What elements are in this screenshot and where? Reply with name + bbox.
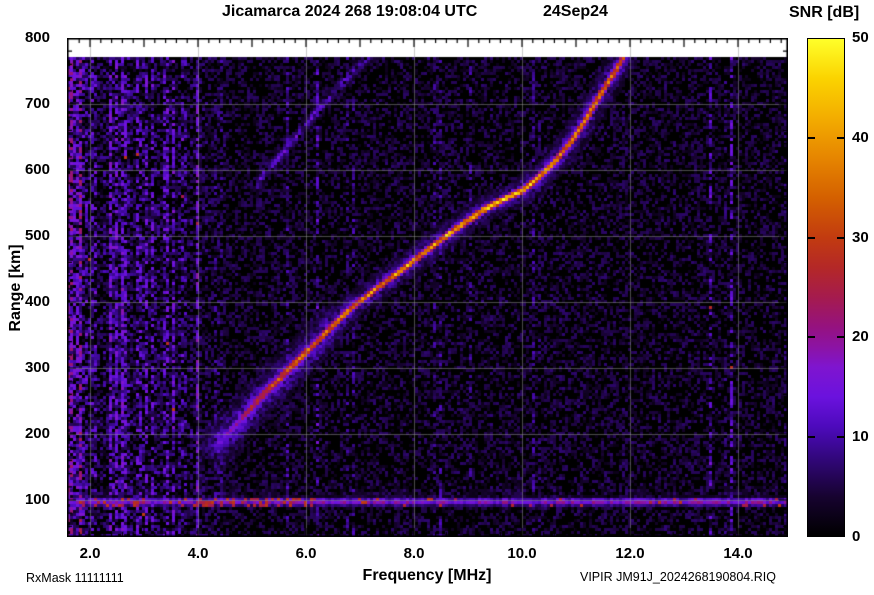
colorbar-tick-label: 20 (852, 328, 869, 346)
x-axis-label: Frequency [MHz] (362, 567, 492, 584)
y-tick-label: 400 (24, 293, 50, 310)
x-tick-label: 14.0 (723, 545, 753, 562)
y-tick-label: 100 (24, 491, 50, 508)
ionogram-window: Jicamarca 2024 268 19:08:04 UTC 24Sep24 … (0, 0, 874, 595)
colorbar-tick-label: 40 (852, 128, 869, 146)
colorbar-tick-label: 30 (852, 228, 869, 246)
colorbar-tick (808, 436, 815, 439)
colorbar-title: SNR [dB] (789, 4, 860, 21)
rxmask-text: RxMask 11111111 (26, 571, 124, 585)
y-tick-label: 800 (24, 29, 50, 46)
colorbar-tick (837, 236, 844, 239)
colorbar-tick-label: 10 (852, 428, 869, 446)
page-title: Jicamarca 2024 268 19:08:04 UTC (222, 3, 478, 20)
source-file-text: VIPIR JM91J_2024268190804.RIQ (580, 570, 776, 584)
colorbar-tick (837, 336, 844, 339)
y-tick-label: 200 (24, 425, 50, 442)
x-tick-label: 12.0 (615, 545, 645, 562)
colorbar-tick-label: 50 (852, 29, 869, 46)
y-tick-label: 500 (24, 227, 50, 244)
ionogram-heatmap (67, 38, 788, 537)
colorbar-tick (808, 336, 815, 339)
y-axis-label: Range [km] (7, 244, 24, 332)
colorbar-tick-label: 0 (852, 528, 861, 545)
page-title-date: 24Sep24 (543, 3, 608, 20)
colorbar-tick (837, 136, 844, 139)
x-tick-label: 10.0 (507, 545, 537, 562)
x-tick-label: 8.0 (403, 545, 425, 562)
colorbar-tick (837, 436, 844, 439)
y-tick-label: 700 (24, 95, 50, 112)
x-tick-label: 6.0 (295, 545, 317, 562)
snr-colorbar (807, 38, 845, 537)
y-tick-label: 600 (24, 161, 50, 178)
colorbar-tick (808, 136, 815, 139)
x-tick-label: 4.0 (187, 545, 209, 562)
colorbar-tick (808, 236, 815, 239)
y-tick-label: 300 (24, 359, 50, 376)
x-tick-label: 2.0 (79, 545, 101, 562)
